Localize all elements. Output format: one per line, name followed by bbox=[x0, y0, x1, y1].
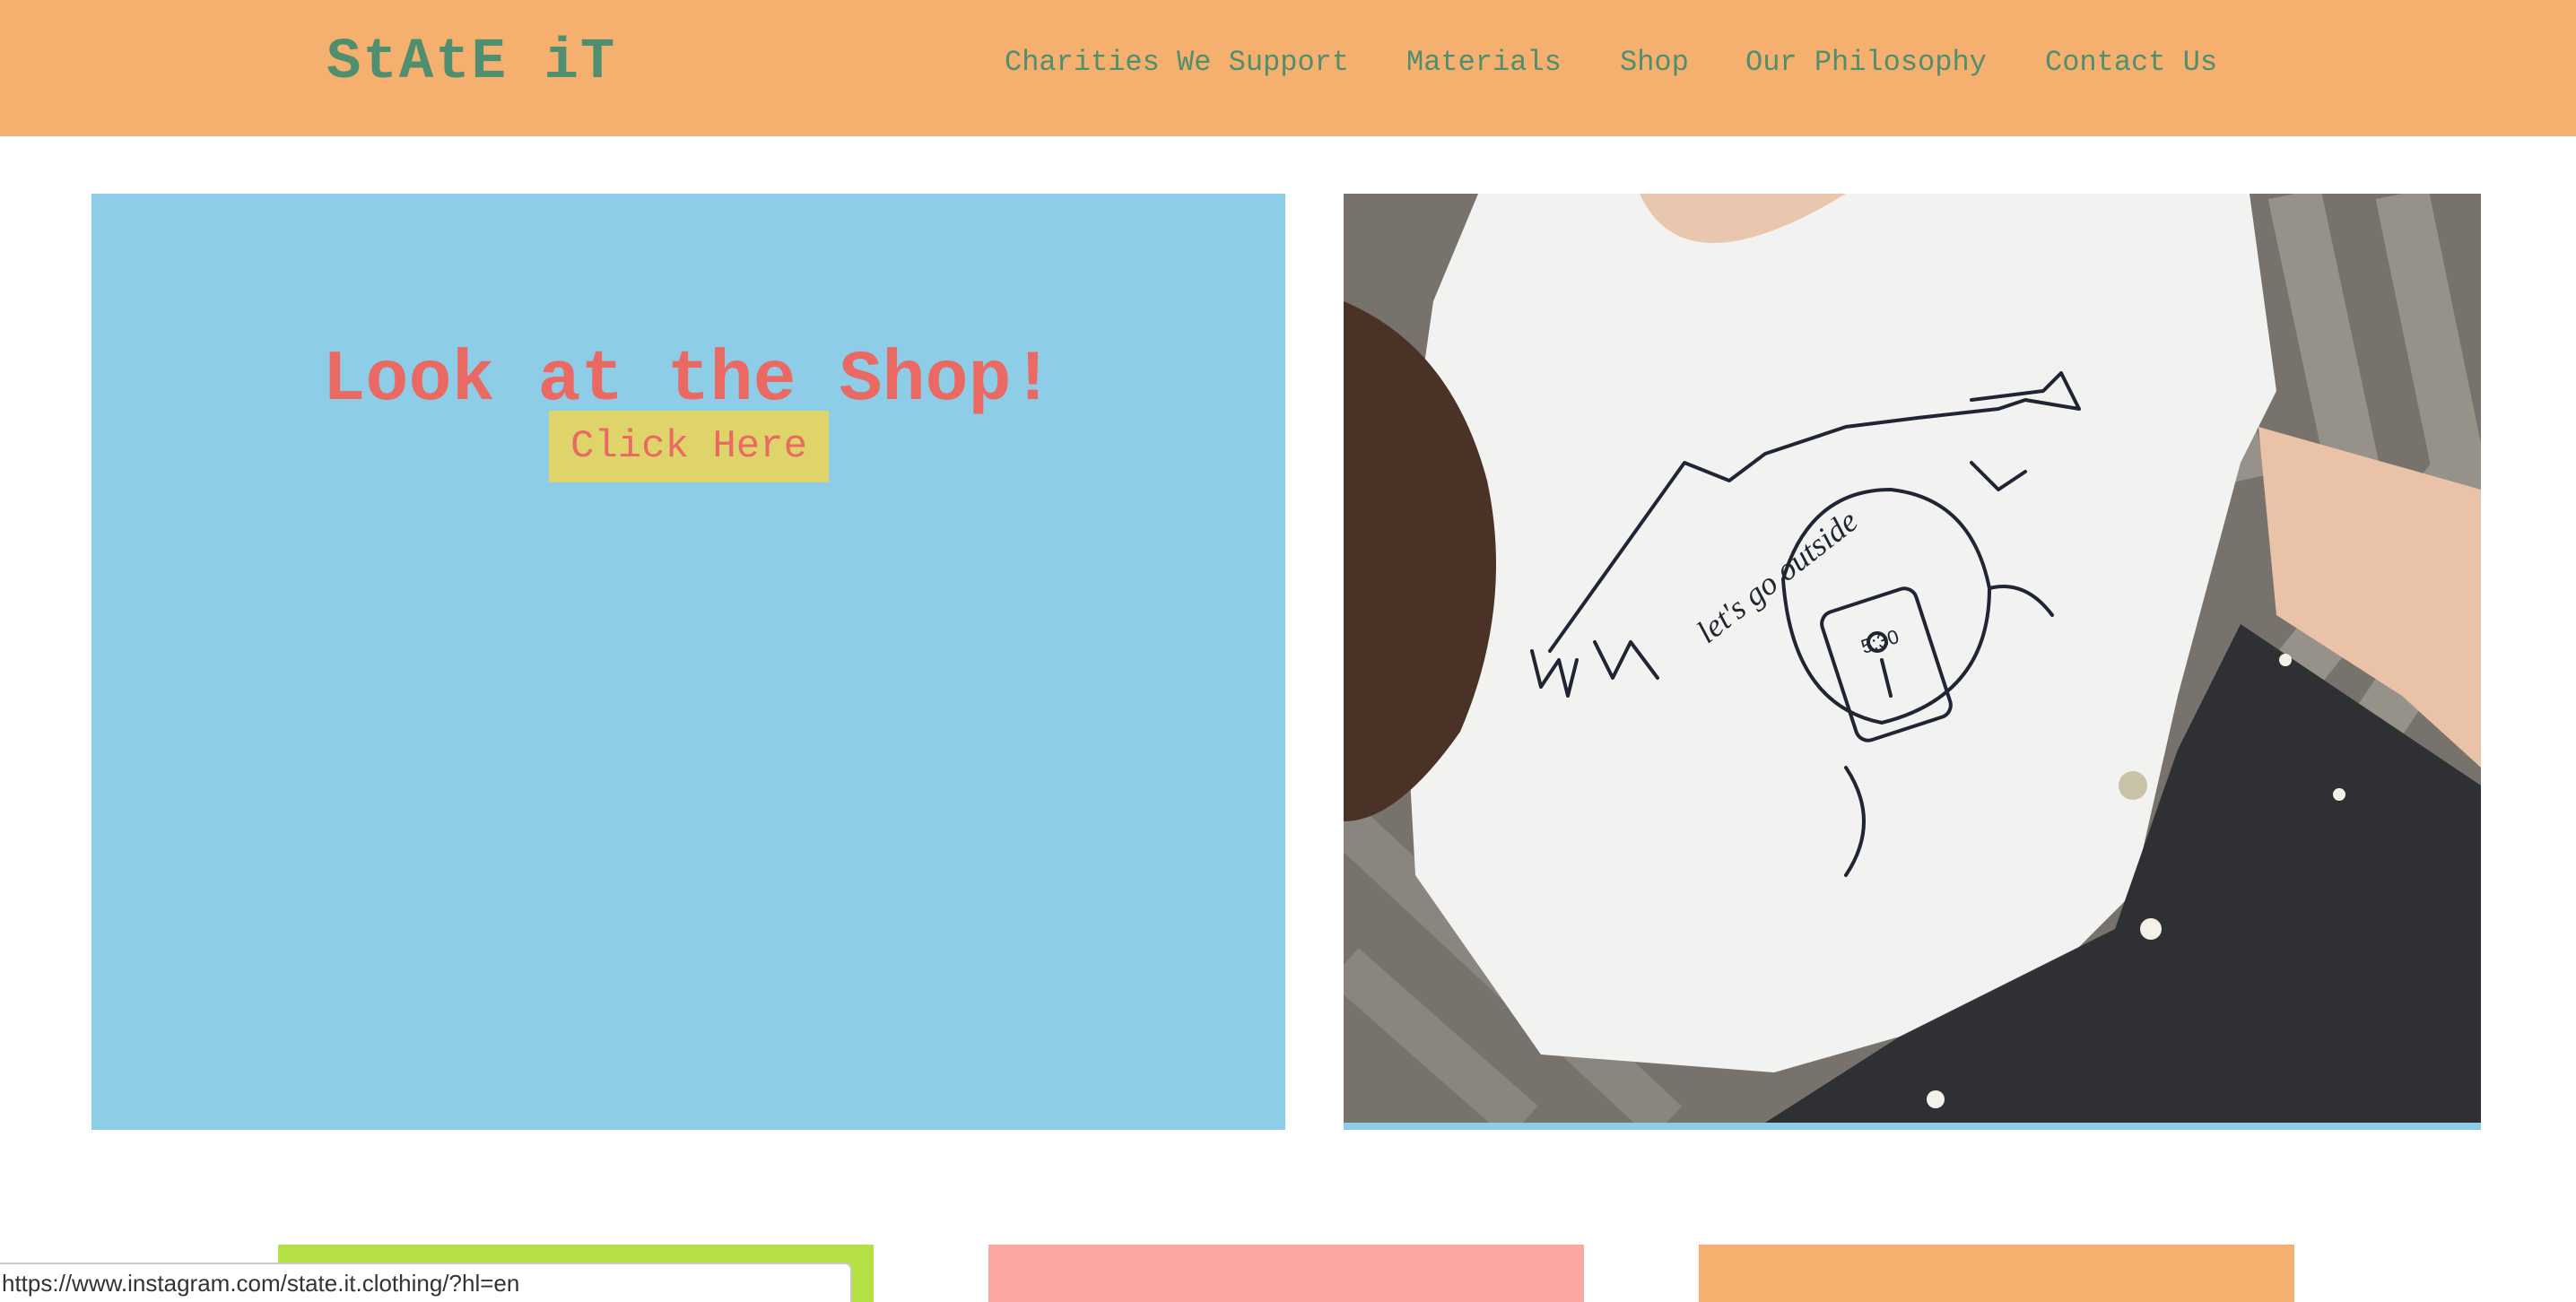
nav-link-philosophy[interactable]: Our Philosophy bbox=[1745, 43, 1987, 82]
shop-promo-panel: Look at the Shop! Click Here bbox=[91, 194, 1285, 1130]
browser-status-url: https://www.instagram.com/state.it.cloth… bbox=[0, 1263, 852, 1302]
feature-card-pink bbox=[988, 1245, 1584, 1302]
feature-card-orange bbox=[1699, 1245, 2294, 1302]
nav-link-contact[interactable]: Contact Us bbox=[2045, 43, 2217, 82]
site-header: StAtE iT Charities We Support Materials … bbox=[0, 0, 2576, 136]
nav-link-shop[interactable]: Shop bbox=[1620, 43, 1689, 82]
nav-link-materials[interactable]: Materials bbox=[1406, 43, 1562, 82]
nav-link-charities[interactable]: Charities We Support bbox=[1005, 43, 1349, 82]
site-logo[interactable]: StAtE iT bbox=[326, 27, 616, 99]
tshirt-photo[interactable]: let's go outside 5:30 bbox=[1344, 194, 2481, 1123]
product-photo-panel: let's go outside 5:30 bbox=[1344, 194, 2481, 1130]
click-here-button[interactable]: Click Here bbox=[549, 411, 829, 482]
